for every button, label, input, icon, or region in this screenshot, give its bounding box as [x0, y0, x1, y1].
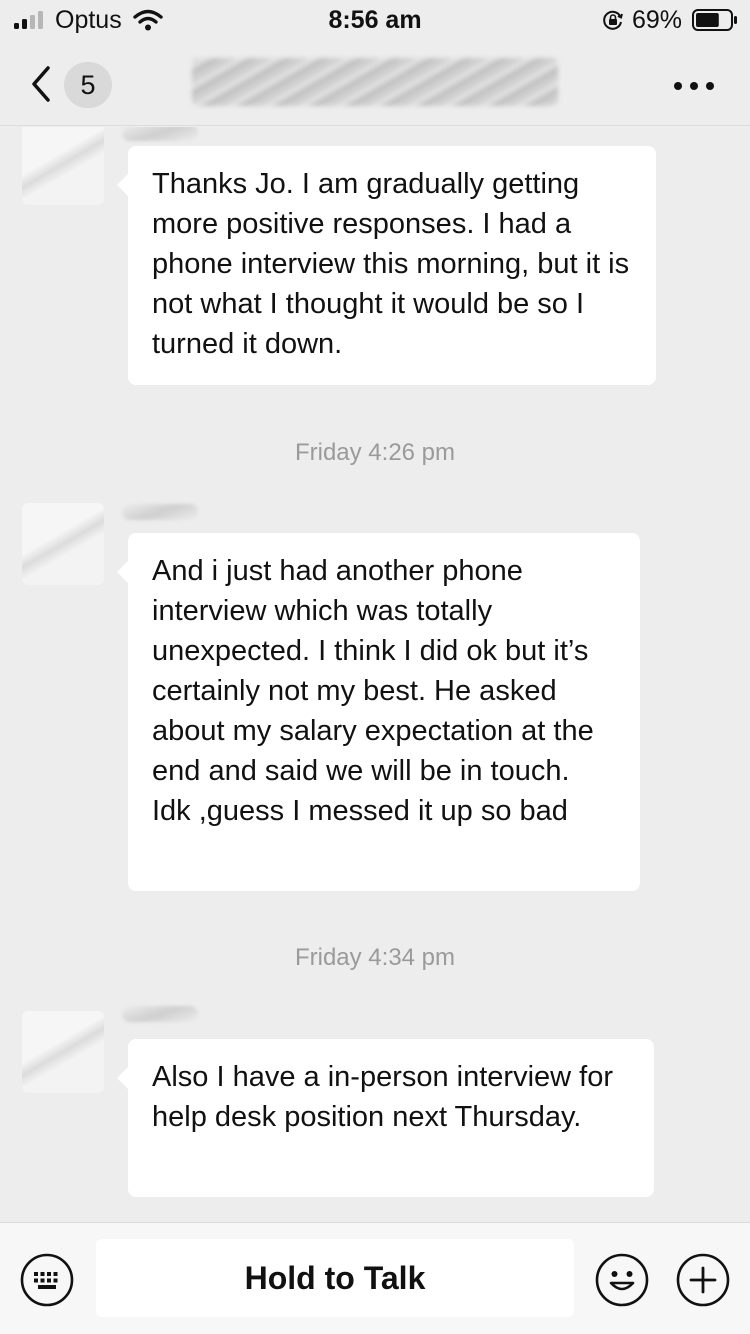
message-bubble[interactable]: And i just had another phone interview w… — [117, 533, 640, 891]
sender-name-redacted — [122, 504, 198, 520]
message-bubble[interactable]: Also I have a in-person interview for he… — [117, 1039, 654, 1197]
unread-count-badge[interactable]: 5 — [64, 62, 112, 108]
sender-name-redacted — [122, 127, 198, 141]
rotation-lock-icon — [603, 10, 623, 30]
contact-avatar[interactable] — [22, 503, 104, 585]
keyboard-icon[interactable] — [20, 1253, 74, 1307]
more-dots-icon[interactable] — [674, 82, 714, 90]
timestamp-label: Friday 4:26 pm — [294, 439, 456, 466]
battery-icon — [692, 9, 737, 31]
chat-screen: Optus 8:56 am 69% 5 Thanks Jo. I am grad… — [0, 0, 750, 1334]
chat-title-redacted — [192, 58, 558, 106]
chevron-left-icon[interactable] — [28, 64, 54, 104]
nav-bar: 5 — [0, 44, 750, 126]
plus-icon[interactable] — [676, 1253, 730, 1307]
status-bar: Optus 8:56 am 69% — [0, 0, 750, 40]
hold-to-talk-button[interactable]: Hold to Talk — [96, 1239, 574, 1317]
message-list[interactable]: Thanks Jo. I am gradually getting more p… — [0, 127, 750, 1222]
timestamp-label: Friday 4:34 pm — [294, 944, 456, 971]
contact-avatar[interactable] — [22, 1011, 104, 1093]
contact-avatar[interactable] — [22, 127, 104, 205]
message-bubble[interactable]: Thanks Jo. I am gradually getting more p… — [117, 146, 656, 385]
battery-percent: 69% — [632, 6, 683, 34]
sender-name-redacted — [122, 1006, 198, 1022]
input-bar: Hold to Talk — [0, 1222, 750, 1334]
emoji-icon[interactable] — [595, 1253, 649, 1307]
